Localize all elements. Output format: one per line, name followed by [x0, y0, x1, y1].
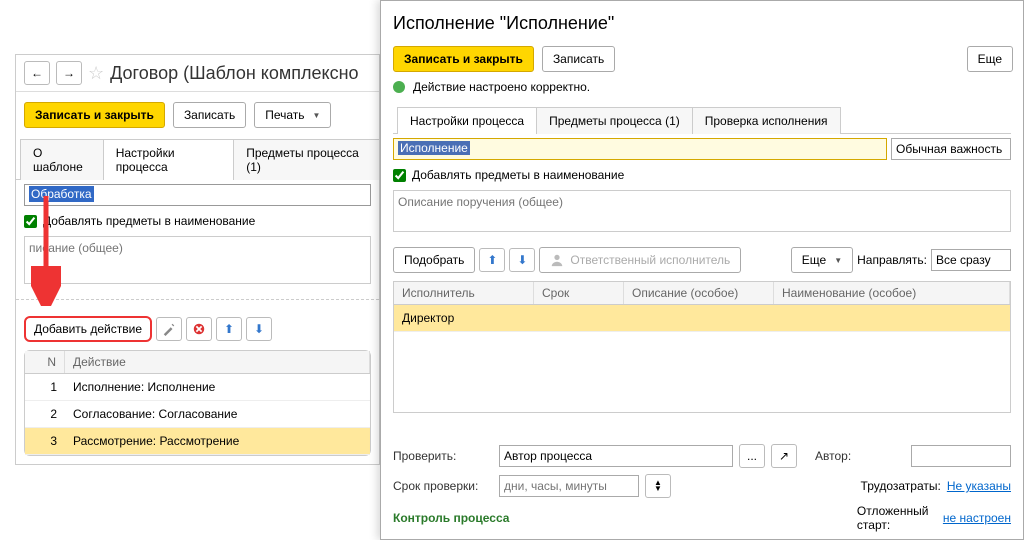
delayed-link[interactable]: не настроен: [943, 511, 1011, 525]
status-ok-icon: [393, 81, 405, 93]
select-button[interactable]: ...: [739, 444, 765, 468]
stepper-button[interactable]: ▲▼: [645, 474, 671, 498]
col-action-header: Действие: [65, 351, 370, 373]
status-text: Действие настроено корректно.: [413, 80, 590, 94]
col-name: Наименование (особое): [774, 282, 1010, 304]
page-title: Договор (Шаблон комплексно: [110, 63, 358, 84]
check-input[interactable]: [499, 445, 733, 467]
add-subjects-checkbox[interactable]: [393, 169, 406, 182]
back-button[interactable]: ←: [24, 61, 50, 85]
pick-button[interactable]: Подобрать: [393, 247, 475, 273]
add-subjects-label: Добавлять предметы в наименование: [43, 214, 255, 228]
author-label: Автор:: [815, 449, 905, 463]
description-textarea[interactable]: [393, 190, 1011, 232]
delete-icon: [192, 322, 206, 336]
tab-process-settings[interactable]: Настройки процесса: [397, 107, 537, 134]
person-icon: [550, 253, 564, 267]
annotation-arrow: [31, 196, 61, 306]
arrow-down-icon: ⬇: [254, 322, 264, 336]
importance-select[interactable]: Обычная важность: [891, 138, 1011, 160]
arrow-up-icon: ⬆: [487, 253, 497, 267]
labor-link[interactable]: Не указаны: [947, 479, 1011, 493]
arrow-up-icon: ⬆: [224, 322, 234, 336]
window-title: Исполнение "Исполнение": [381, 1, 1023, 42]
open-icon: ↗: [779, 449, 789, 463]
open-button[interactable]: ↗: [771, 444, 797, 468]
author-input[interactable]: [911, 445, 1011, 467]
stepper-icon: ▲▼: [654, 480, 662, 492]
name-input[interactable]: Исполнение: [393, 138, 887, 160]
add-subjects-label: Добавлять предметы в наименование: [412, 168, 624, 182]
more-button[interactable]: Еще: [967, 46, 1013, 72]
move-up-button[interactable]: ⬆: [216, 317, 242, 341]
description-textarea[interactable]: [24, 236, 371, 284]
performer-row[interactable]: Директор: [394, 305, 1010, 332]
add-action-button[interactable]: Добавить действие: [24, 316, 152, 342]
action-row[interactable]: 3 Рассмотрение: Рассмотрение: [25, 428, 370, 455]
col-n-header: N: [25, 351, 65, 373]
tab-subjects[interactable]: Предметы процесса (1): [233, 139, 380, 180]
wizard-button[interactable]: [156, 317, 182, 341]
col-desc: Описание (особое): [624, 282, 774, 304]
col-deadline: Срок: [534, 282, 624, 304]
save-button[interactable]: Записать: [173, 102, 246, 128]
favorite-icon[interactable]: ☆: [88, 63, 104, 84]
forward-button[interactable]: →: [56, 61, 82, 85]
save-close-button[interactable]: Записать и закрыть: [393, 46, 534, 72]
deadline-label: Срок проверки:: [393, 479, 493, 493]
move-down-button[interactable]: ⬇: [246, 317, 272, 341]
wand-icon: [162, 322, 176, 336]
action-row[interactable]: 2 Согласование: Согласование: [25, 401, 370, 428]
tab-process-settings[interactable]: Настройки процесса: [103, 139, 235, 180]
save-close-button[interactable]: Записать и закрыть: [24, 102, 165, 128]
action-row[interactable]: 1 Исполнение: Исполнение: [25, 374, 370, 401]
col-performer: Исполнитель: [394, 282, 534, 304]
more-button-2[interactable]: Еще▼: [791, 247, 853, 273]
name-input[interactable]: Обработка: [24, 184, 371, 206]
responsible-button[interactable]: Ответственный исполнитель: [539, 247, 741, 273]
tab-check[interactable]: Проверка исполнения: [692, 107, 841, 134]
tab-subjects[interactable]: Предметы процесса (1): [536, 107, 693, 134]
move-down-button[interactable]: ⬇: [509, 248, 535, 272]
arrow-down-icon: ⬇: [517, 253, 527, 267]
print-button[interactable]: Печать▼: [254, 102, 331, 128]
deadline-input[interactable]: [499, 475, 639, 497]
delete-button[interactable]: [186, 317, 212, 341]
direction-select[interactable]: Все сразу: [931, 249, 1011, 271]
control-header: Контроль процесса: [393, 507, 509, 529]
delayed-label: Отложенный старт:: [857, 504, 937, 532]
labor-label: Трудозатраты:: [861, 479, 941, 493]
direct-label: Направлять:: [857, 253, 927, 267]
tab-about[interactable]: О шаблоне: [20, 139, 104, 180]
move-up-button[interactable]: ⬆: [479, 248, 505, 272]
save-button[interactable]: Записать: [542, 46, 615, 72]
check-label: Проверить:: [393, 449, 493, 463]
